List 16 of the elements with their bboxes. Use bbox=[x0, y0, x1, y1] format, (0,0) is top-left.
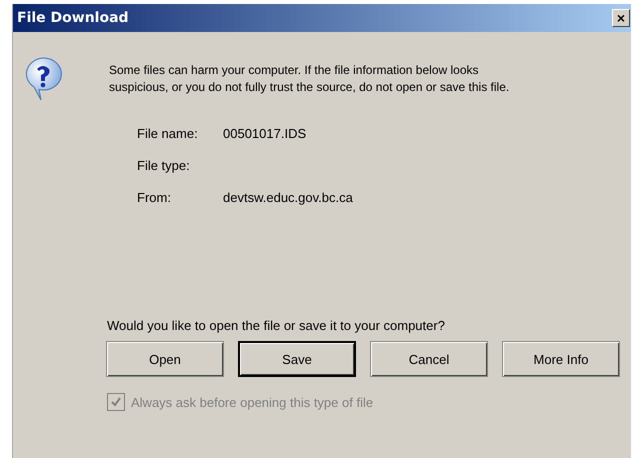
question-icon bbox=[23, 56, 63, 102]
warning-message: Some files can harm your computer. If the file information below looks suspicious, or you do not fully trust the source, do not open or save this file. bbox=[109, 62, 510, 96]
field-value: devtsw.educ.gov.bc.ca bbox=[223, 190, 353, 204]
field-label: From: bbox=[137, 190, 172, 204]
close-button[interactable]: × bbox=[612, 9, 630, 27]
dialog-button[interactable]: More Info bbox=[502, 341, 620, 377]
checkmark-icon bbox=[110, 396, 122, 408]
field-value: 00501017.IDS bbox=[223, 126, 306, 140]
window-title: File Download bbox=[17, 10, 129, 26]
dialog-button[interactable]: Save bbox=[238, 341, 356, 377]
field-label: File name: bbox=[137, 126, 199, 140]
checkbox-label: Always ask before opening this type of file bbox=[131, 394, 374, 410]
dialog-button[interactable]: Open bbox=[106, 341, 224, 377]
dialog-button[interactable]: Cancel bbox=[370, 341, 488, 377]
field-label: File type: bbox=[137, 158, 191, 172]
question-text: Would you like to open the file or save it to your computer? bbox=[107, 318, 446, 333]
